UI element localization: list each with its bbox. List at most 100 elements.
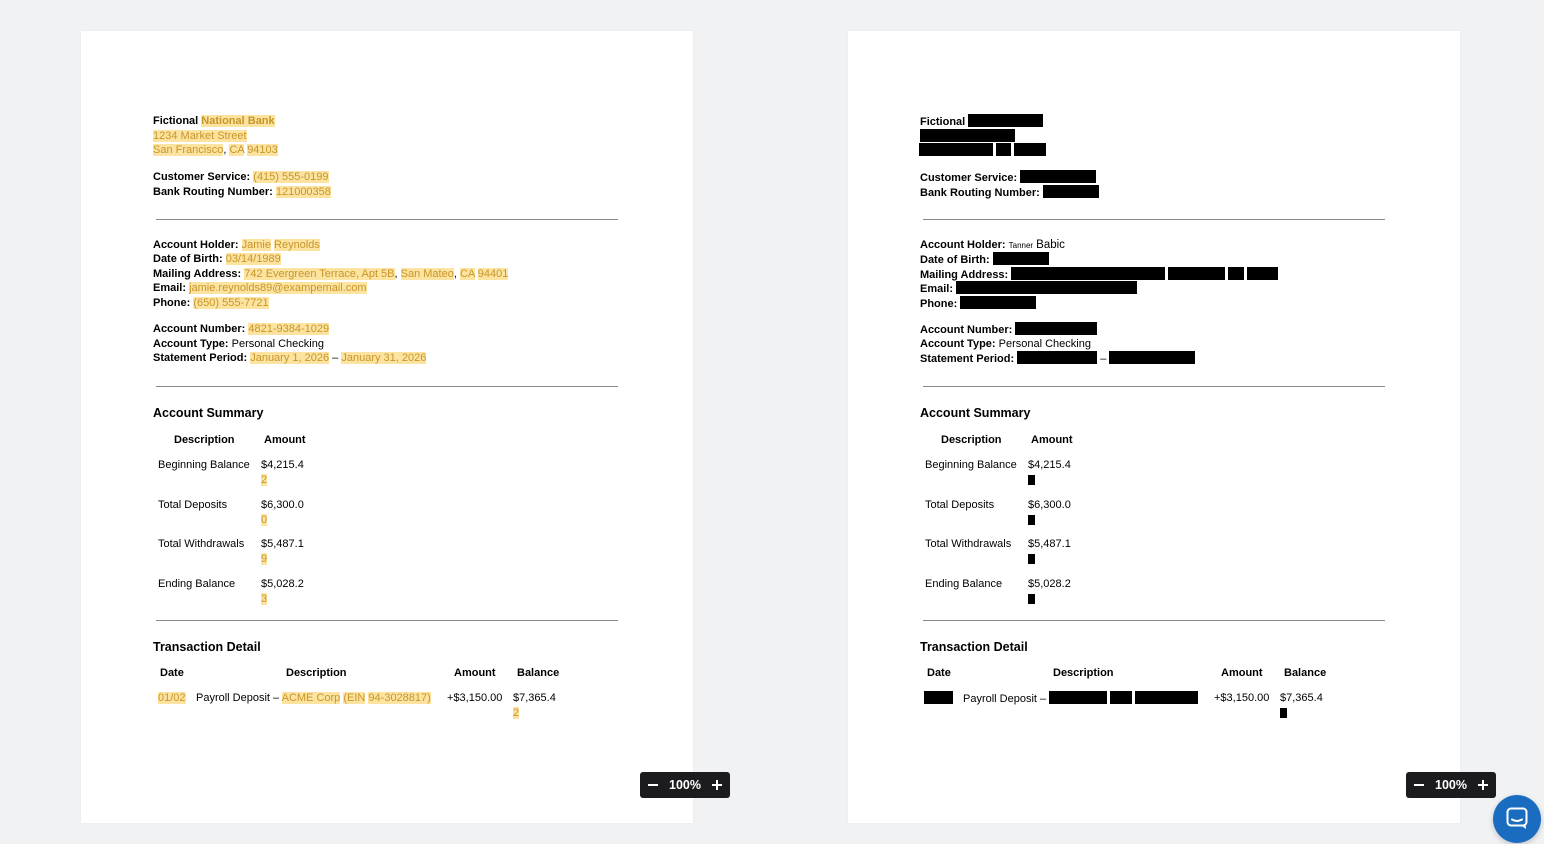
redaction-box	[956, 281, 1138, 294]
summary-row-description: Total Withdrawals	[158, 538, 245, 550]
summary-row-amount: $6,300.0	[1028, 498, 1071, 527]
zoom-out-icon[interactable]	[646, 778, 660, 792]
replacement-last-name: Babic	[1036, 239, 1065, 251]
bank-street: 1234 Market Street	[153, 130, 247, 142]
zoom-out-icon[interactable]	[1412, 778, 1426, 792]
redaction-box	[1109, 351, 1196, 364]
txn-col-description: Description	[286, 667, 347, 679]
txn-description: Payroll Deposit –	[963, 691, 1199, 707]
chat-button[interactable]	[1493, 795, 1541, 843]
txn-balance: $7,365.4	[1280, 691, 1323, 720]
txn-col-date: Date	[160, 667, 184, 679]
txn-col-description: Description	[1053, 667, 1114, 679]
divider	[923, 386, 1385, 387]
bank-name-line: Fictional National Bank	[153, 115, 275, 127]
summary-row-description: Total Deposits	[158, 499, 228, 511]
account-number-line: Account Number: 4821-9384-1029	[153, 323, 330, 335]
divider	[156, 620, 618, 621]
zoom-in-icon[interactable]	[710, 778, 724, 792]
routing-number-line: Bank Routing Number:	[920, 185, 1099, 201]
redaction-box	[968, 114, 1044, 127]
summary-col-description: Description	[174, 434, 235, 446]
txn-col-amount: Amount	[454, 667, 496, 679]
statement-period-line: Statement Period: –	[920, 351, 1196, 367]
dob-line: Date of Birth: 03/14/1989	[153, 253, 281, 265]
account-type-line: Account Type: Personal Checking	[153, 338, 324, 350]
statement-period-line: Statement Period: January 1, 2026 – Janu…	[153, 352, 427, 364]
txn-description: Payroll Deposit – ACME Corp (EIN 94-3028…	[196, 692, 431, 704]
account-number-line: Account Number:	[920, 322, 1098, 338]
redaction-box	[1020, 170, 1097, 183]
redaction-box	[1228, 267, 1245, 280]
zoom-level: 100%	[1435, 778, 1467, 792]
bank-name-line: Fictional	[920, 114, 1044, 130]
dob-line: Date of Birth:	[920, 252, 1049, 268]
redaction-box	[1015, 322, 1098, 335]
redaction-box	[1135, 691, 1199, 704]
summary-title: Account Summary	[153, 406, 264, 420]
txn-balance: $7,365.4 2	[513, 692, 556, 719]
summary-title: Account Summary	[920, 406, 1031, 420]
txn-col-balance: Balance	[1284, 667, 1327, 679]
redaction-box	[1028, 514, 1035, 525]
bank-name-highlight: National Bank	[201, 115, 275, 127]
txn-date: 01/02	[158, 692, 186, 704]
mailing-address-line: Mailing Address: 742 Evergreen Terrace, …	[153, 268, 509, 280]
bank-city-line: San Francisco, CA 94103	[153, 144, 278, 156]
phone-line: Phone:	[920, 296, 1037, 312]
email-line: Email: jamie.reynolds89@exampemail.com	[153, 282, 367, 294]
txn-col-balance: Balance	[517, 667, 560, 679]
redaction-box	[960, 296, 1037, 309]
redaction-box	[1168, 267, 1226, 280]
divider	[156, 386, 618, 387]
summary-row-amount: $5,487.1	[1028, 537, 1071, 566]
txn-date	[924, 691, 953, 707]
replacement-first-name: Tanner	[1008, 241, 1034, 250]
chat-icon	[1506, 807, 1528, 829]
redaction-box	[1011, 267, 1166, 280]
routing-number-line: Bank Routing Number: 121000358	[153, 186, 331, 198]
zoom-control-left: 100%	[640, 772, 730, 798]
summary-row-description: Beginning Balance	[925, 459, 1017, 471]
customer-service-line: Customer Service: (415) 555-0199	[153, 171, 329, 183]
divider	[923, 219, 1385, 220]
redaction-box	[1247, 267, 1279, 280]
account-type-line: Account Type: Personal Checking	[920, 338, 1091, 350]
zoom-in-icon[interactable]	[1476, 778, 1490, 792]
summary-row-amount: $6,300.0 0	[261, 499, 304, 526]
redacted-document-page: Fictional Customer Service: Bank Routing…	[848, 31, 1460, 823]
summary-row-description: Total Withdrawals	[925, 538, 1012, 550]
txn-amount: +$3,150.00	[447, 692, 503, 704]
summary-row-amount: $5,487.1 9	[261, 538, 304, 565]
redaction-box	[924, 691, 953, 704]
summary-col-description: Description	[941, 434, 1002, 446]
summary-row-description: Total Deposits	[925, 499, 995, 511]
bank-city-line	[919, 143, 1047, 159]
redaction-box	[1028, 593, 1035, 604]
summary-col-amount: Amount	[1031, 434, 1073, 446]
divider	[156, 219, 618, 220]
redaction-box	[1028, 553, 1035, 564]
transactions-title: Transaction Detail	[920, 640, 1028, 654]
summary-row-description: Beginning Balance	[158, 459, 250, 471]
summary-row-amount: $4,215.4	[1028, 458, 1071, 487]
summary-col-amount: Amount	[264, 434, 306, 446]
summary-row-description: Ending Balance	[925, 578, 1003, 590]
txn-col-date: Date	[927, 667, 951, 679]
redaction-box	[1280, 707, 1287, 718]
customer-service-line: Customer Service:	[920, 170, 1097, 186]
redaction-box	[996, 143, 1012, 156]
summary-row-amount: $5,028.2 3	[261, 578, 304, 605]
phone-line: Phone: (650) 555-7721	[153, 297, 269, 309]
summary-row-amount: $5,028.2	[1028, 577, 1071, 606]
summary-row-description: Ending Balance	[158, 578, 236, 590]
redaction-box	[1110, 691, 1133, 704]
original-document-page: Fictional National Bank 1234 Market Stre…	[81, 31, 693, 823]
redaction-box	[992, 252, 1049, 265]
redaction-box	[919, 143, 993, 156]
summary-row-amount: $4,215.4 2	[261, 459, 304, 486]
redaction-box	[1028, 474, 1035, 485]
email-line: Email:	[920, 281, 1138, 297]
txn-amount: +$3,150.00	[1214, 692, 1270, 704]
divider	[923, 620, 1385, 621]
